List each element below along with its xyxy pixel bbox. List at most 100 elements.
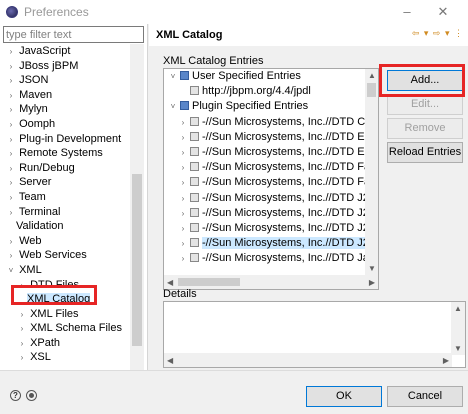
entry-row[interactable]: › -//Sun Microsystems, Inc.//DTD J2EE <box>164 191 378 206</box>
chevron-right-icon[interactable]: › <box>178 115 188 130</box>
tree-item-terminal[interactable]: › Terminal <box>0 205 130 220</box>
tree-item-web-services[interactable]: › Web Services <box>0 248 130 263</box>
details-panel[interactable]: ▲ ▼ ◀ ▶ <box>163 301 466 368</box>
tree-item-xml-files[interactable]: › XML Files <box>0 307 130 322</box>
tree-item-remote-systems[interactable]: › Remote Systems <box>0 146 130 161</box>
chevron-right-icon[interactable]: › <box>6 60 16 75</box>
chevron-down-icon[interactable]: ˅ <box>168 69 178 84</box>
chevron-right-icon[interactable]: › <box>17 279 27 294</box>
entry-label: http://jbpm.org/4.4/jpdl <box>202 85 311 98</box>
chevron-right-icon[interactable]: › <box>178 236 188 251</box>
tree-item-team[interactable]: › Team <box>0 190 130 205</box>
details-horizontal-scrollbar[interactable]: ◀ ▶ <box>164 353 452 367</box>
tree-item-plugin-development[interactable]: › Plug-in Development <box>0 132 130 147</box>
tree-item-xml[interactable]: ˅ XML <box>0 263 130 278</box>
chevron-right-icon[interactable]: › <box>6 249 16 264</box>
entry-row[interactable]: ˅ Plugin Specified Entries <box>164 99 378 114</box>
scroll-down-icon[interactable]: ▼ <box>368 264 376 273</box>
tree-item-run-debug[interactable]: › Run/Debug <box>0 161 130 176</box>
chevron-right-icon[interactable]: › <box>178 191 188 206</box>
chevron-right-icon[interactable]: › <box>6 162 16 177</box>
entry-row[interactable]: › -//Sun Microsystems, Inc.//DTD J2EE <box>164 206 378 221</box>
tree-item-label: XSL <box>30 351 51 364</box>
tree-scrollbar[interactable] <box>130 44 144 370</box>
tree-item-xml-schema-files[interactable]: › XML Schema Files <box>0 321 130 336</box>
history-navigation-icons[interactable]: ⇦ ▾ ⇨ ▾ ⋮ <box>412 28 464 39</box>
chevron-right-icon[interactable]: › <box>6 118 16 133</box>
chevron-right-icon[interactable]: › <box>178 221 188 236</box>
chevron-right-icon[interactable]: › <box>178 160 188 175</box>
entry-row[interactable]: › -//Sun Microsystems, Inc.//DTD Ente <box>164 145 378 160</box>
scrollbar-thumb[interactable] <box>367 83 376 97</box>
chevron-right-icon[interactable]: › <box>6 235 16 250</box>
details-vertical-scrollbar[interactable]: ▲ ▼ <box>451 302 465 355</box>
chevron-right-icon[interactable]: › <box>6 103 16 118</box>
tree-item-oomph[interactable]: › Oomph <box>0 117 130 132</box>
tree-item-label: Validation <box>16 220 64 233</box>
reload-entries-button[interactable]: Reload Entries <box>387 142 463 163</box>
chevron-right-icon[interactable]: › <box>6 176 16 191</box>
tree-item-dtd-files[interactable]: › DTD Files <box>0 278 130 293</box>
ok-button[interactable]: OK <box>306 386 382 407</box>
entry-row[interactable]: ˅ User Specified Entries <box>164 69 378 84</box>
entry-row[interactable]: › -//Sun Microsystems, Inc.//DTD Ente <box>164 130 378 145</box>
entry-row[interactable]: http://jbpm.org/4.4/jpdl <box>164 84 378 99</box>
chevron-right-icon[interactable]: › <box>178 130 188 145</box>
minimize-button[interactable]: ‒ <box>396 2 418 22</box>
chevron-right-icon[interactable]: › <box>6 133 16 148</box>
chevron-right-icon[interactable]: › <box>178 206 188 221</box>
entry-row[interactable]: › -//Sun Microsystems, Inc.//DTD Conn <box>164 115 378 130</box>
tree-item-mylyn[interactable]: › Mylyn <box>0 102 130 117</box>
entries-horizontal-scrollbar[interactable]: ◀ ▶ <box>164 275 378 289</box>
chevron-right-icon[interactable]: › <box>6 89 16 104</box>
scroll-down-icon[interactable]: ▼ <box>454 344 462 353</box>
chevron-right-icon[interactable]: › <box>17 308 27 323</box>
entry-row[interactable]: › -//Sun Microsystems, Inc.//DTD J2EE <box>164 236 378 251</box>
tree-item-validation[interactable]: Validation <box>0 219 130 234</box>
chevron-right-icon[interactable]: › <box>17 337 27 352</box>
scroll-left-icon[interactable]: ◀ <box>167 278 173 287</box>
chevron-right-icon[interactable]: › <box>6 206 16 221</box>
scroll-right-icon[interactable]: ▶ <box>443 356 449 365</box>
scroll-up-icon[interactable]: ▲ <box>368 71 376 80</box>
chevron-right-icon[interactable]: › <box>178 251 188 266</box>
cancel-button[interactable]: Cancel <box>387 386 463 407</box>
chevron-right-icon[interactable]: › <box>6 147 16 162</box>
tree-item-xsl[interactable]: › XSL <box>0 350 130 365</box>
tree-item-web[interactable]: › Web <box>0 234 130 249</box>
chevron-right-icon[interactable]: › <box>178 175 188 190</box>
chevron-right-icon[interactable]: › <box>6 74 16 89</box>
entry-row[interactable]: › -//Sun Microsystems, Inc.//DTD J2EE <box>164 221 378 236</box>
tree-item-server[interactable]: › Server <box>0 175 130 190</box>
edit-button[interactable]: Edit... <box>387 94 463 115</box>
tree-item-maven[interactable]: › Maven <box>0 88 130 103</box>
chevron-right-icon[interactable]: › <box>17 322 27 337</box>
chevron-right-icon[interactable]: › <box>178 145 188 160</box>
add-button[interactable]: Add... <box>387 70 463 91</box>
tree-item-javascript[interactable]: › JavaScript <box>0 44 130 59</box>
tree-item-xpath[interactable]: › XPath <box>0 336 130 351</box>
scroll-up-icon[interactable]: ▲ <box>454 304 462 313</box>
remove-button[interactable]: Remove <box>387 118 463 139</box>
entry-row[interactable]: › -//Sun Microsystems, Inc.//DTD Java <box>164 251 378 266</box>
scroll-left-icon[interactable]: ◀ <box>167 356 173 365</box>
close-button[interactable]: ✕ <box>432 2 454 22</box>
tips-icon[interactable] <box>26 390 37 401</box>
chevron-down-icon[interactable]: ˅ <box>168 99 178 114</box>
help-icon[interactable]: ? <box>10 390 21 401</box>
chevron-right-icon[interactable]: › <box>6 45 16 60</box>
scroll-right-icon[interactable]: ▶ <box>369 278 375 287</box>
entry-row[interactable]: › -//Sun Microsystems, Inc.//DTD Face <box>164 175 378 190</box>
chevron-down-icon[interactable]: ˅ <box>6 264 16 279</box>
entry-row[interactable]: › -//Sun Microsystems, Inc.//DTD Face <box>164 160 378 175</box>
entries-vertical-scrollbar[interactable]: ▲ ▼ <box>365 69 378 275</box>
scrollbar-thumb[interactable] <box>178 278 240 286</box>
filter-input[interactable] <box>3 26 144 43</box>
tree-item-jboss-jbpm[interactable]: › JBoss jBPM <box>0 59 130 74</box>
tree-item-xml-catalog[interactable]: XML Catalog <box>0 292 130 307</box>
scrollbar-thumb[interactable] <box>132 174 142 346</box>
chevron-right-icon[interactable]: › <box>17 351 27 366</box>
tree-item-json[interactable]: › JSON <box>0 73 130 88</box>
chevron-right-icon[interactable]: › <box>6 191 16 206</box>
catalog-entries-tree[interactable]: ˅ User Specified Entries http://jbpm.org/… <box>163 68 379 290</box>
